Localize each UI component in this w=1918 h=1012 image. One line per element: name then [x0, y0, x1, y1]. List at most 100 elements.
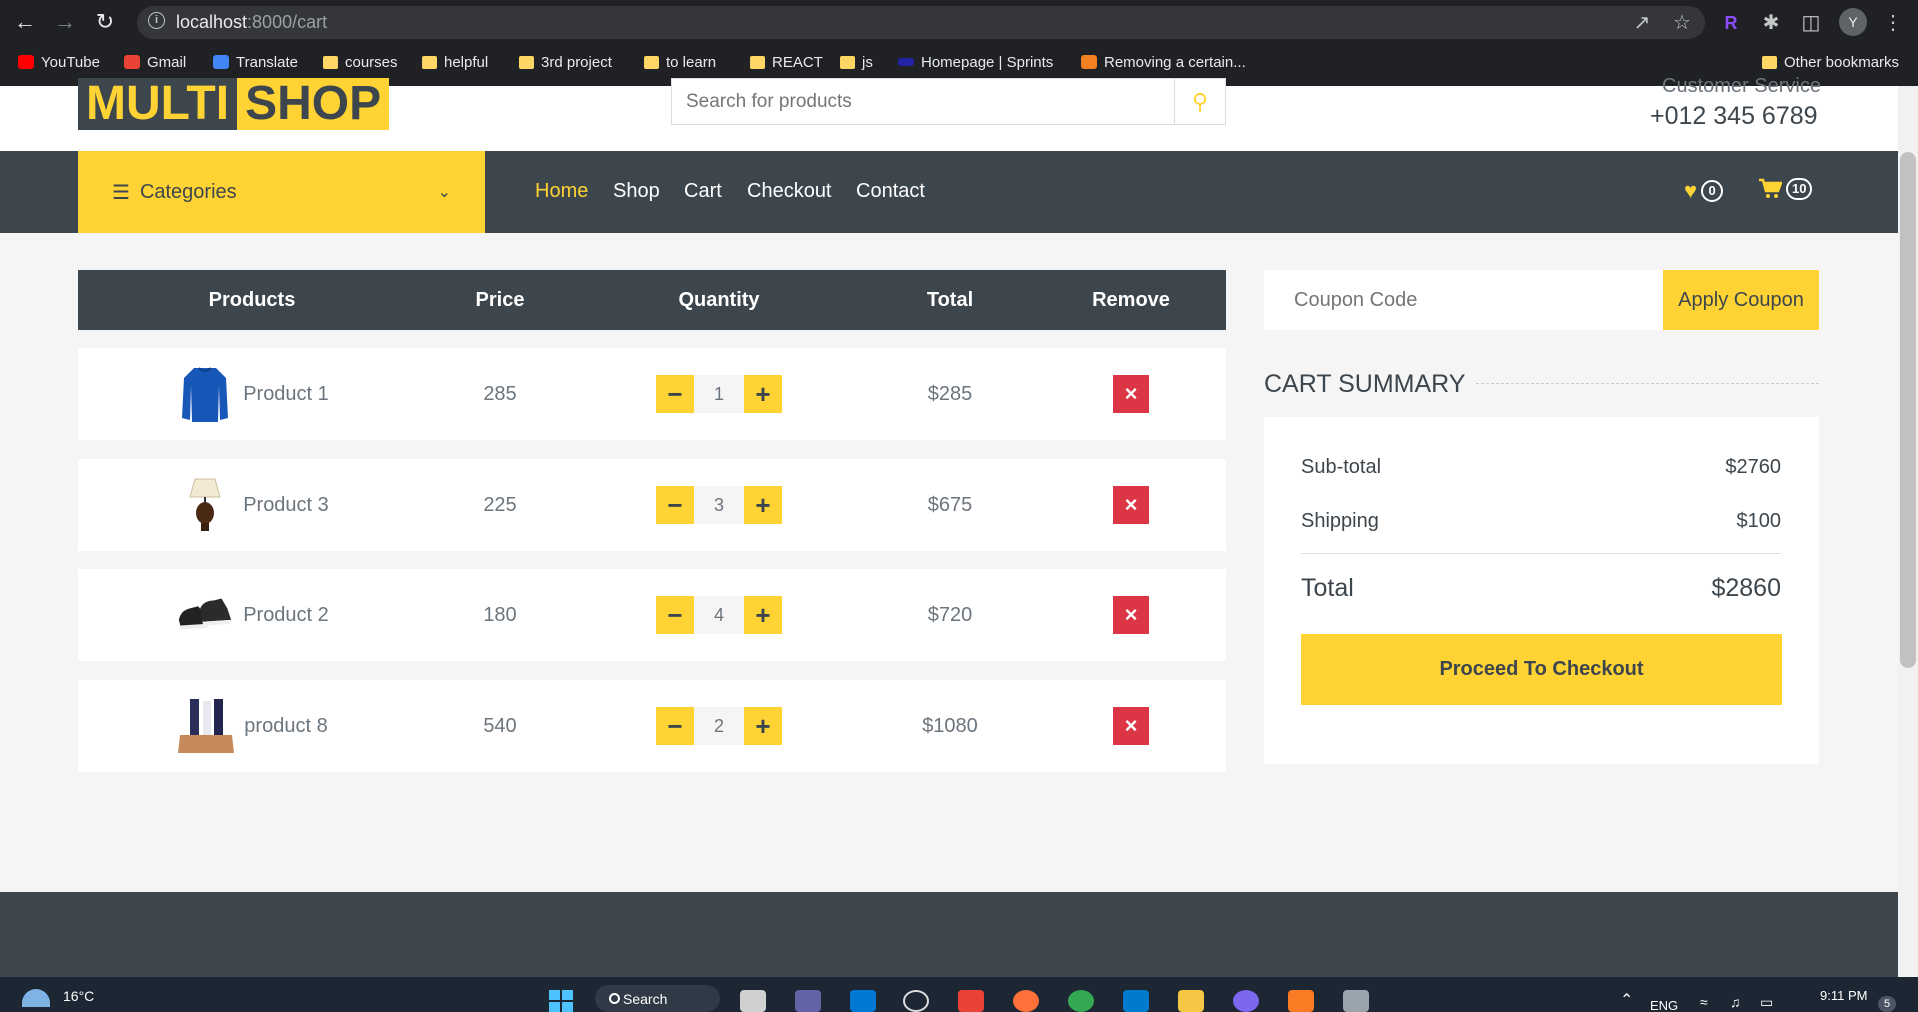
cart-row: Product 3 225 − 3 + $675 × — [78, 459, 1226, 551]
product-name[interactable]: product 8 — [244, 715, 327, 738]
forward-icon[interactable]: → — [50, 9, 80, 35]
xampp-icon[interactable] — [1288, 990, 1314, 1012]
dell-icon[interactable] — [903, 990, 929, 1012]
product-name[interactable]: Product 3 — [243, 494, 329, 517]
remove-item-button[interactable]: × — [1113, 375, 1149, 413]
th-quantity: Quantity — [678, 289, 760, 311]
apply-coupon-button[interactable]: Apply Coupon — [1663, 270, 1819, 330]
product-total: $720 — [927, 603, 973, 626]
bookmark-courses[interactable]: courses — [323, 51, 398, 73]
remove-item-button[interactable]: × — [1113, 707, 1149, 745]
folder-icon — [644, 55, 659, 69]
extension-r-icon[interactable]: R — [1718, 10, 1744, 36]
remove-item-button[interactable]: × — [1113, 486, 1149, 524]
address-bar[interactable] — [137, 6, 1705, 39]
wishlist-link[interactable]: ♥ 0 — [1684, 178, 1724, 204]
notepad-icon[interactable] — [1343, 990, 1369, 1012]
wifi-icon[interactable]: ≈ — [1700, 994, 1708, 1010]
gmail-app-icon[interactable] — [958, 990, 984, 1012]
product-name[interactable]: Product 2 — [243, 604, 329, 627]
increase-qty-button[interactable]: + — [744, 596, 782, 634]
folder-icon — [519, 55, 534, 69]
categories-label: Categories — [139, 180, 237, 203]
coupon-code-input[interactable] — [1264, 270, 1666, 330]
chevron-down-icon: ⌄ — [437, 184, 451, 201]
bookmark-react[interactable]: REACT — [750, 51, 823, 73]
nav-link-contact[interactable]: Contact — [856, 180, 925, 203]
cart-link[interactable]: 10 — [1758, 178, 1813, 200]
chrome-icon[interactable] — [1068, 990, 1094, 1012]
teams-icon[interactable] — [795, 990, 821, 1012]
decrease-qty-button[interactable]: − — [656, 707, 694, 745]
qty-input[interactable]: 1 — [694, 375, 744, 413]
bookmark-translate[interactable]: Translate — [213, 51, 298, 73]
windows-start-icon[interactable] — [549, 990, 573, 1012]
folder-icon — [323, 55, 338, 69]
profile-avatar[interactable]: Y — [1839, 8, 1867, 36]
bookmark-youtube[interactable]: YouTube — [18, 51, 100, 73]
decrease-qty-button[interactable]: − — [656, 486, 694, 524]
discord-icon[interactable] — [1233, 990, 1259, 1012]
bookmark-js[interactable]: js — [840, 51, 873, 73]
increase-qty-button[interactable]: + — [744, 375, 782, 413]
scrollbar-thumb[interactable] — [1900, 152, 1916, 668]
total-label: Total — [1301, 574, 1354, 602]
nav-link-shop[interactable]: Shop — [613, 180, 660, 203]
notification-badge[interactable]: 5 — [1878, 996, 1896, 1012]
bookmark-removing[interactable]: Removing a certain... — [1081, 51, 1246, 73]
site-logo[interactable]: MULTI SHOP — [78, 78, 390, 130]
file-icon[interactable] — [740, 990, 766, 1012]
search-icon[interactable]: ⚲ — [1174, 79, 1225, 124]
proceed-to-checkout-button[interactable]: Proceed To Checkout — [1301, 634, 1782, 705]
shipping-row: Shipping $100 — [1301, 510, 1781, 533]
tray-chevron-icon[interactable]: ⌃ — [1620, 990, 1633, 1010]
decrease-qty-button[interactable]: − — [656, 596, 694, 634]
search-input[interactable] — [672, 79, 1174, 124]
bookmark-to-learn[interactable]: to learn — [644, 51, 716, 73]
bookmark-other[interactable]: Other bookmarks — [1762, 51, 1899, 73]
reload-icon[interactable]: ↻ — [90, 9, 120, 35]
bookmark-helpful[interactable]: helpful — [422, 51, 488, 73]
clock-time[interactable]: 9:11 PM — [1820, 988, 1867, 1003]
th-total: Total — [926, 289, 974, 311]
qty-input[interactable]: 2 — [694, 707, 744, 745]
remove-item-button[interactable]: × — [1113, 596, 1149, 634]
extensions-puzzle-icon[interactable]: ✱ — [1758, 10, 1784, 36]
bookmark-gmail[interactable]: Gmail — [124, 51, 186, 73]
product-total: $285 — [927, 382, 973, 405]
increase-qty-button[interactable]: + — [744, 707, 782, 745]
decrease-qty-button[interactable]: − — [656, 375, 694, 413]
vscode-icon[interactable] — [1123, 990, 1149, 1012]
firefox-icon[interactable] — [1013, 990, 1039, 1012]
nav-link-cart[interactable]: Cart — [684, 180, 722, 203]
share-icon[interactable]: ↗ — [1629, 10, 1655, 36]
qty-input[interactable]: 4 — [694, 596, 744, 634]
nav-link-home[interactable]: Home — [535, 180, 588, 203]
url-text[interactable]: localhost:8000/cart — [176, 12, 327, 33]
store-icon[interactable] — [850, 990, 876, 1012]
nav-link-checkout[interactable]: Checkout — [747, 180, 832, 203]
logo-part-2: SHOP — [237, 78, 390, 130]
categories-dropdown[interactable]: ☰ Categories ⌄ — [78, 151, 485, 233]
bookmark-3rd-project[interactable]: 3rd project — [519, 51, 612, 73]
bookmark-sprints[interactable]: Homepage | Sprints — [898, 51, 1053, 73]
product-total: $675 — [927, 493, 973, 516]
qty-input[interactable]: 3 — [694, 486, 744, 524]
lamp-icon — [175, 473, 235, 537]
site-footer — [0, 892, 1898, 977]
product-name[interactable]: Product 1 — [243, 383, 329, 406]
bookmark-star-icon[interactable]: ☆ — [1669, 10, 1695, 36]
menu-kebab-icon[interactable]: ⋮ — [1880, 10, 1906, 36]
site-info-icon[interactable]: i — [148, 12, 165, 29]
file-explorer-icon[interactable] — [1178, 990, 1204, 1012]
side-panel-icon[interactable]: ◫ — [1798, 10, 1824, 36]
th-products: Products — [208, 289, 296, 311]
back-icon[interactable]: ← — [10, 9, 40, 35]
increase-qty-button[interactable]: + — [744, 486, 782, 524]
product-price: 180 — [483, 603, 517, 626]
weather-temp[interactable]: 16°C — [63, 988, 94, 1004]
battery-icon[interactable]: ▭ — [1760, 994, 1773, 1011]
volume-icon[interactable]: ♫ — [1730, 994, 1741, 1010]
cart-table-header: Products Price Quantity Total Remove — [78, 270, 1226, 330]
language-indicator[interactable]: ENG — [1650, 998, 1678, 1012]
